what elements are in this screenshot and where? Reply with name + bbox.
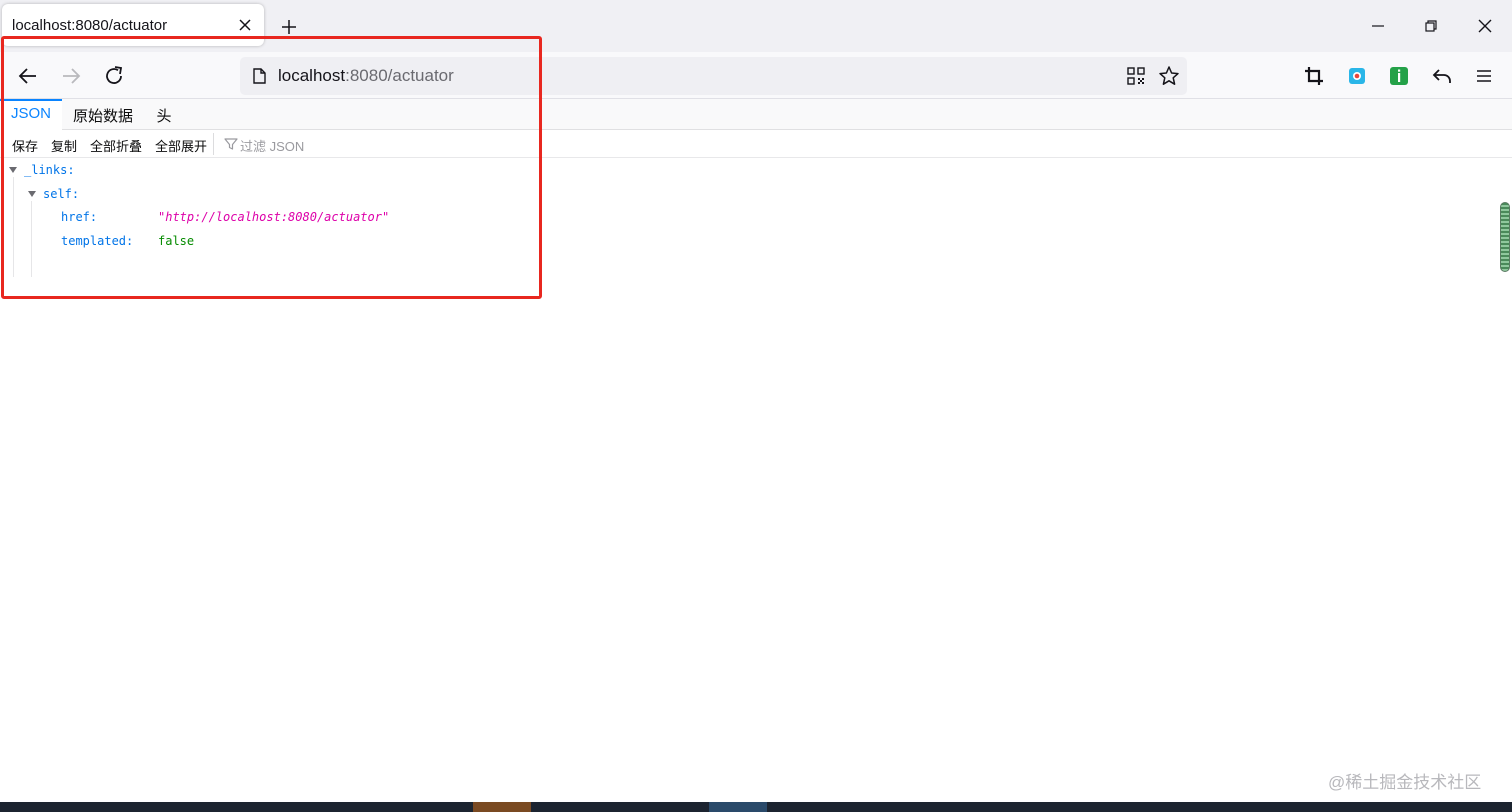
back-arrow-icon[interactable] [16, 64, 40, 88]
qr-code-icon[interactable] [1124, 64, 1148, 88]
hamburger-menu-icon[interactable] [1472, 64, 1496, 88]
url-path: :8080/actuator [345, 66, 454, 85]
tab-title: localhost:8080/actuator [12, 17, 168, 34]
json-bool-value: false [158, 234, 195, 248]
tree-row-self[interactable]: self: [0, 183, 500, 205]
restore-icon[interactable] [1419, 14, 1443, 38]
browser-tab[interactable]: localhost:8080/actuator [2, 4, 264, 46]
json-key: _links: [24, 163, 75, 177]
json-toolbar: 保存 复制 全部折叠 全部展开 过滤 JSON [0, 130, 1512, 158]
twisty-icon[interactable] [8, 165, 18, 175]
twisty-icon[interactable] [27, 189, 37, 199]
reload-icon[interactable] [102, 64, 126, 88]
taskbar-item[interactable] [709, 802, 767, 812]
tree-row-templated[interactable]: templated: false [0, 230, 500, 252]
json-key: self: [43, 187, 80, 201]
url-text[interactable]: localhost:8080/actuator [278, 66, 454, 86]
json-key: templated: [61, 234, 134, 248]
collapse-all-button[interactable]: 全部折叠 [90, 136, 142, 155]
star-icon[interactable] [1157, 64, 1181, 88]
crop-icon[interactable] [1302, 64, 1326, 88]
green-extension-icon[interactable] [1387, 64, 1411, 88]
tab-raw-data[interactable]: 原始数据 [66, 99, 140, 129]
screenshot-extension-icon[interactable] [1345, 64, 1369, 88]
filter-placeholder: 过滤 JSON [240, 139, 305, 154]
viewer-tabs: JSON 原始数据 头 [0, 99, 1512, 130]
url-host: localhost [278, 66, 346, 85]
filter-json-input[interactable]: 过滤 JSON [213, 133, 304, 155]
tab-json[interactable]: JSON [0, 99, 62, 130]
minimize-icon[interactable] [1366, 14, 1390, 38]
forward-arrow-icon[interactable] [59, 64, 83, 88]
expand-all-button[interactable]: 全部展开 [155, 136, 207, 155]
plus-icon[interactable] [278, 16, 300, 38]
window-close-icon[interactable] [1473, 14, 1497, 38]
save-button[interactable]: 保存 [12, 136, 38, 155]
taskbar-item[interactable] [473, 802, 531, 812]
watermark: @稀土掘金技术社区 [1328, 773, 1482, 792]
json-tree: _links: self: href: "http://localhost:80… [0, 159, 1500, 279]
url-bar[interactable]: localhost:8080/actuator [240, 57, 1187, 95]
json-key: href: [61, 210, 98, 224]
close-icon[interactable] [236, 16, 254, 34]
copy-button[interactable]: 复制 [51, 136, 77, 155]
navigation-bar: localhost:8080/actuator [0, 52, 1512, 99]
scrollbar-thumb[interactable] [1500, 202, 1510, 272]
document-icon [253, 68, 266, 84]
title-bar: localhost:8080/actuator [0, 0, 1512, 52]
json-string-value: "http://localhost:8080/actuator" [158, 210, 390, 224]
tree-row-links[interactable]: _links: [0, 159, 500, 181]
tree-row-href[interactable]: href: "http://localhost:8080/actuator" [0, 206, 500, 228]
tab-headers[interactable]: 头 [146, 99, 182, 129]
filter-icon [224, 138, 238, 150]
undo-icon[interactable] [1430, 64, 1454, 88]
